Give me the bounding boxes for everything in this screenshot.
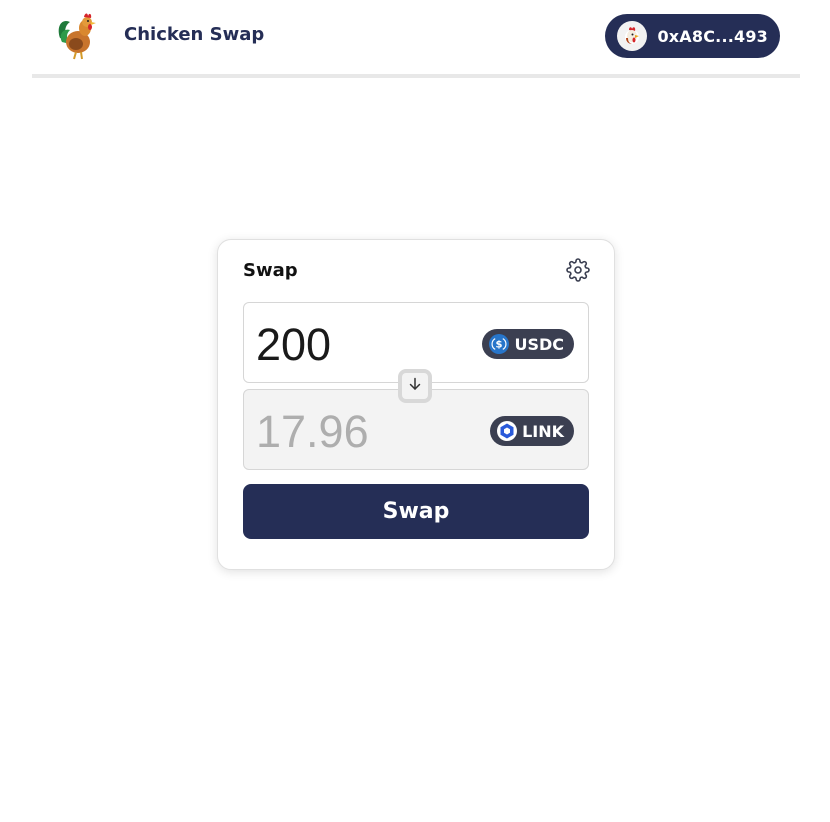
to-amount-output: 17.96: [256, 406, 369, 457]
swap-card: Swap 200 $ USDC 17.96 LINK Swap: [217, 239, 615, 570]
from-amount-input[interactable]: 200: [256, 319, 456, 371]
chainlink-icon: [497, 421, 518, 441]
rooster-logo-icon[interactable]: [52, 8, 106, 62]
wallet-button[interactable]: 0xA8C...493: [605, 14, 780, 58]
swap-title: Swap: [243, 260, 298, 281]
page: Chicken Swap 0xA8C...493 Swap 200 $ USDC…: [0, 0, 830, 822]
switch-direction-button[interactable]: [398, 369, 432, 403]
swap-button[interactable]: Swap: [243, 484, 589, 539]
rooster-avatar-icon: [617, 21, 648, 51]
svg-text:$: $: [496, 340, 503, 351]
brand-name[interactable]: Chicken Swap: [124, 24, 264, 45]
from-token-selector[interactable]: $ USDC: [482, 329, 574, 359]
to-token-symbol: LINK: [522, 421, 564, 441]
from-token-symbol: USDC: [514, 334, 564, 354]
usdc-icon: $: [489, 334, 510, 354]
top-bar: Chicken Swap 0xA8C...493: [32, 0, 800, 78]
gear-icon[interactable]: [566, 258, 590, 282]
to-token-selector[interactable]: LINK: [490, 416, 574, 446]
arrow-down-icon: [407, 376, 423, 396]
wallet-address: 0xA8C...493: [657, 26, 768, 46]
